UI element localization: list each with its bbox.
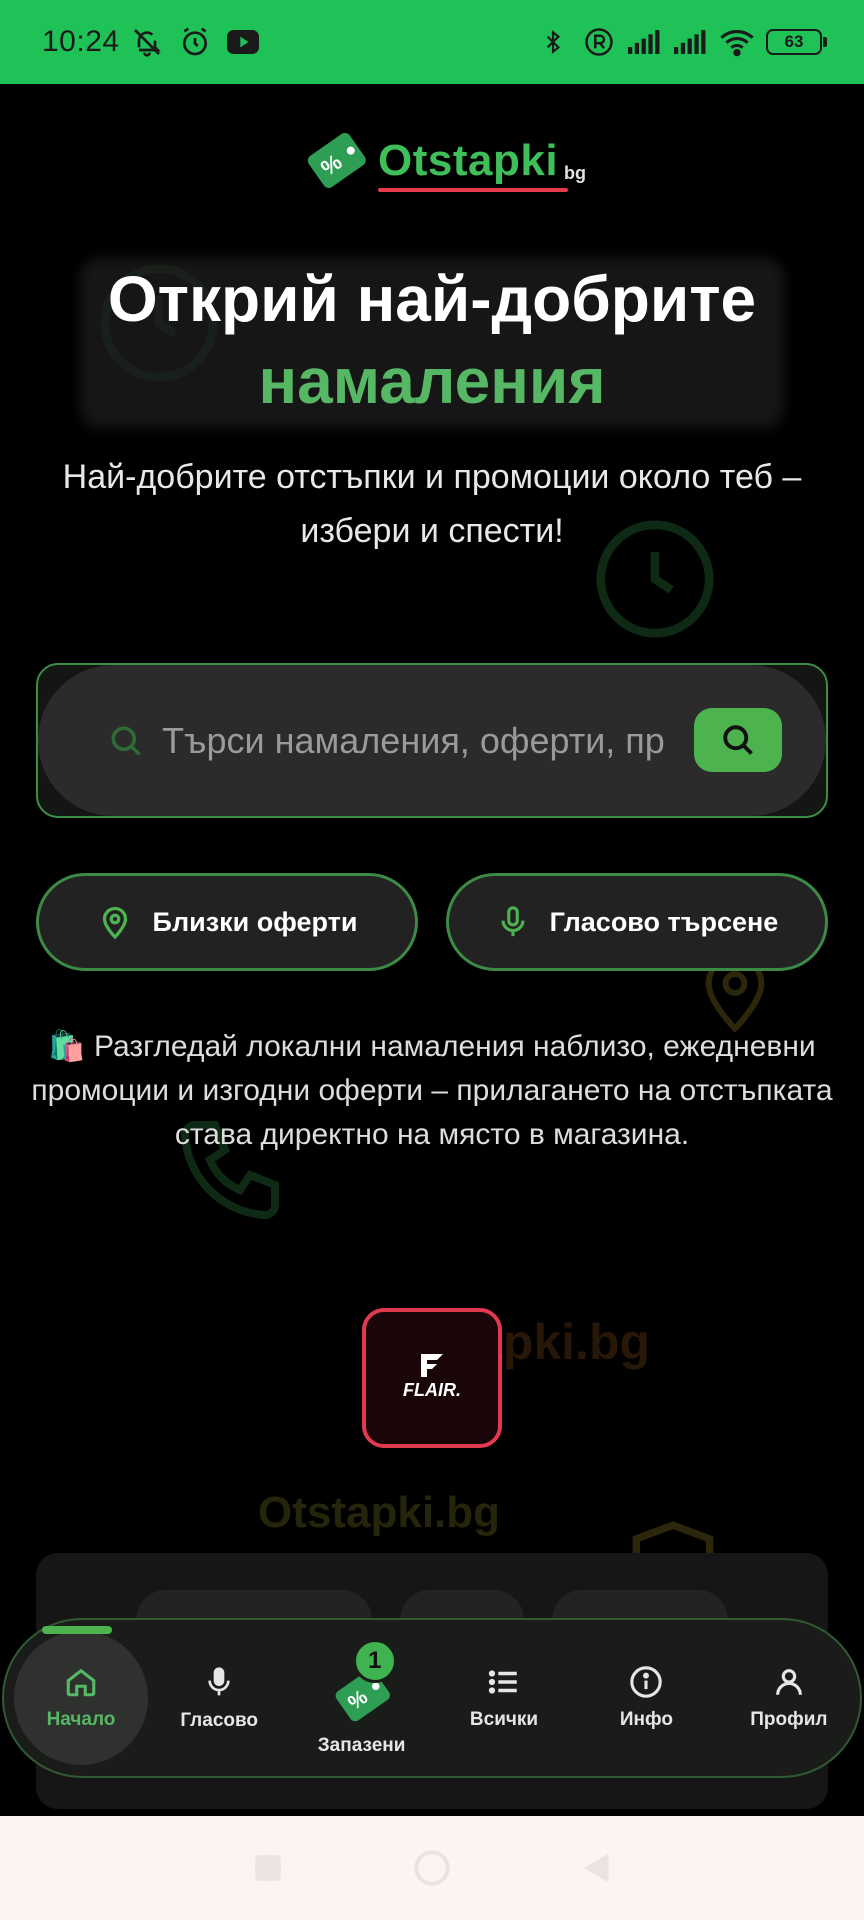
nav-voice[interactable]: Гласово — [148, 1631, 290, 1765]
flair-logo: FLAIR. — [403, 1354, 461, 1400]
brand-card-flair[interactable]: FLAIR. — [362, 1308, 502, 1448]
mic-icon — [501, 906, 525, 937]
nav-profile[interactable]: Профил — [718, 1631, 860, 1765]
recent-apps-button[interactable] — [246, 1846, 290, 1890]
location-icon — [102, 906, 127, 940]
watermark-text: Otstapki.bg — [258, 1488, 501, 1537]
wifi-icon — [720, 25, 754, 59]
mute-icon — [130, 25, 164, 59]
bluetooth-icon — [536, 25, 570, 59]
saved-count-badge: 1 — [352, 1639, 397, 1683]
registered-icon — [582, 25, 616, 59]
user-icon — [775, 1669, 802, 1695]
nearby-offers-label: Близки оферти — [152, 906, 358, 937]
system-nav-bar — [0, 1816, 864, 1920]
nav-info-label: Инфо — [619, 1709, 673, 1730]
discount-tag-icon: % — [307, 132, 366, 188]
circle-icon — [414, 1850, 450, 1886]
nav-all[interactable]: Всички — [433, 1631, 575, 1765]
brand-name: FLAIR. — [403, 1380, 461, 1400]
status-bar: 10:24 63 — [0, 0, 864, 84]
info-icon — [630, 1666, 663, 1698]
list-icon — [488, 1670, 517, 1694]
back-button[interactable] — [574, 1846, 618, 1890]
youtube-icon — [226, 25, 260, 59]
signal-icon — [674, 25, 708, 59]
nearby-offers-button[interactable]: Близки оферти — [36, 873, 418, 971]
active-indicator — [42, 1626, 112, 1634]
info-text: 🛍️ Разгледай локални намаления наблизо, … — [30, 1025, 834, 1157]
voice-search-label: Гласово търсене — [549, 906, 779, 937]
search-bar[interactable] — [38, 665, 826, 816]
nav-profile-label: Профил — [750, 1709, 828, 1730]
nav-info[interactable]: Инфо — [575, 1631, 717, 1765]
nav-home-label: Начало — [46, 1709, 116, 1730]
nav-saved[interactable]: % 1 Запазени — [290, 1639, 432, 1779]
nav-voice-label: Гласово — [180, 1710, 259, 1731]
shopping-bags-icon: 🛍️ — [48, 1030, 86, 1063]
home-button[interactable] — [410, 1846, 454, 1890]
search-icon — [723, 725, 753, 755]
search-icon — [111, 725, 141, 756]
voice-search-button[interactable]: Гласово търсене — [446, 873, 828, 971]
app-logo: % Otstapki bg — [300, 130, 586, 192]
hero-subtitle: Най-добрите отстъпки и промоции около те… — [62, 458, 802, 550]
status-time: 10:24 — [42, 25, 120, 58]
logo-suffix: bg — [564, 163, 587, 183]
hero-title-line1: Открий най-добрите — [107, 263, 757, 335]
nav-home[interactable]: Начало — [14, 1631, 148, 1765]
square-icon — [255, 1855, 281, 1881]
alarm-icon — [178, 25, 212, 59]
nav-all-label: Всички — [469, 1709, 539, 1730]
hero-title: Открий най-добрите намаления — [0, 258, 864, 422]
nav-saved-label: Запазени — [317, 1735, 406, 1756]
battery-icon: 63 — [766, 29, 827, 55]
triangle-back-icon — [583, 1853, 609, 1883]
home-icon — [66, 1668, 96, 1697]
bottom-nav: Начало Гласово % 1 Запазени Всички Инфо … — [2, 1618, 862, 1778]
signal-icon — [628, 25, 662, 59]
hero-title-line2: намаления — [258, 345, 606, 417]
info-description: Разгледай локални намаления наблизо, еже… — [31, 1030, 833, 1151]
mic-icon — [208, 1667, 230, 1696]
logo-text: Otstapki — [378, 136, 569, 192]
search-button[interactable] — [694, 708, 782, 772]
